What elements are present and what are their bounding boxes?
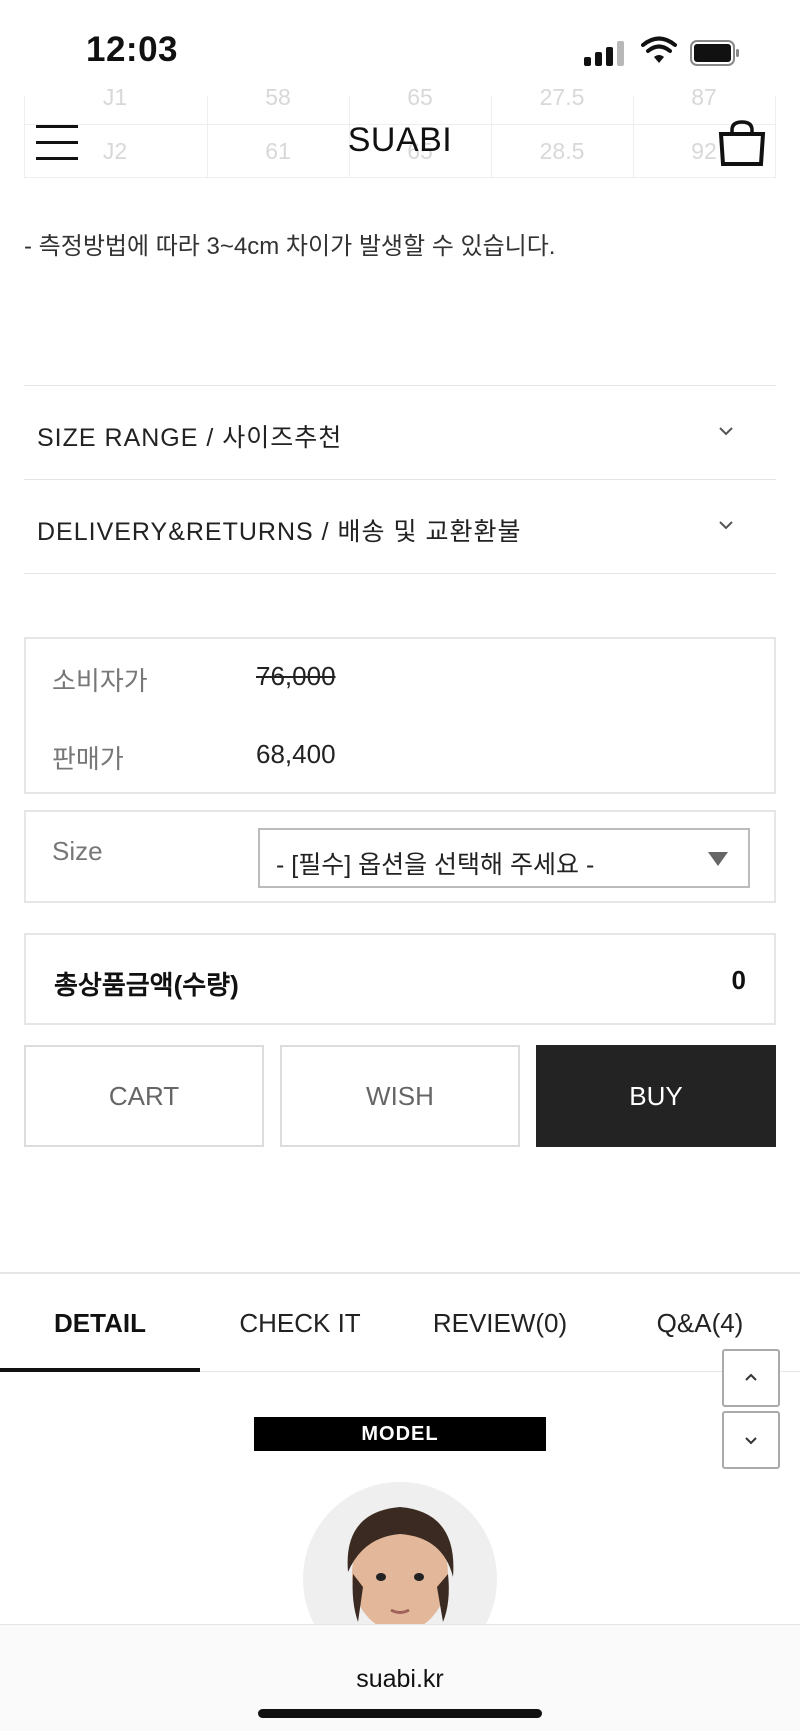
size-cell: 28.5 xyxy=(539,138,585,164)
wish-button[interactable]: WISH xyxy=(280,1045,520,1147)
chevron-down-icon xyxy=(719,521,733,530)
total-label: 총상품금액(수량) xyxy=(54,970,239,1000)
cellular-signal-icon xyxy=(584,40,626,66)
price-box: 소비자가 76,000 판매가 68,400 xyxy=(24,637,776,794)
tab-detail[interactable]: DETAIL xyxy=(0,1308,200,1339)
size-option-label: Size xyxy=(52,836,103,866)
tab-review[interactable]: REVIEW(0) xyxy=(400,1308,600,1339)
battery-icon xyxy=(690,40,739,66)
shopping-bag-icon[interactable] xyxy=(718,120,766,166)
size-select[interactable]: - [필수] 옵션을 선택해 주세요 - xyxy=(258,828,750,888)
size-cell: 27.5 xyxy=(539,84,585,110)
total-value: 0 xyxy=(731,965,746,995)
tab-qna[interactable]: Q&A(4) xyxy=(600,1308,800,1339)
size-cell: 87 xyxy=(691,84,717,110)
divider xyxy=(24,573,776,574)
size-cell: J2 xyxy=(102,138,128,164)
size-cell: 58 xyxy=(265,84,291,110)
scroll-down-button[interactable] xyxy=(722,1411,780,1469)
sale-price-label: 판매가 xyxy=(52,744,124,774)
consumer-price-label: 소비자가 xyxy=(52,666,148,696)
chevron-up-icon xyxy=(745,1373,757,1381)
dropdown-caret-icon xyxy=(708,852,728,866)
cart-button[interactable]: CART xyxy=(24,1045,264,1147)
active-tab-indicator xyxy=(0,1368,200,1372)
model-banner: MODEL xyxy=(254,1417,546,1451)
buy-button[interactable]: BUY xyxy=(536,1045,776,1147)
scroll-up-button[interactable] xyxy=(722,1349,780,1407)
sale-price-value: 68,400 xyxy=(256,739,336,769)
browser-url-bar[interactable]: suabi.kr xyxy=(0,1624,800,1731)
tab-check-it[interactable]: CHECK IT xyxy=(200,1308,400,1339)
accordion-size-range[interactable]: SIZE RANGE / 사이즈추천 xyxy=(24,385,776,480)
accordion-delivery-returns[interactable]: DELIVERY&RETURNS / 배송 및 교환환불 xyxy=(24,479,776,574)
chevron-down-icon xyxy=(745,1437,757,1445)
consumer-price-value: 76,000 xyxy=(256,661,336,691)
url-text: suabi.kr xyxy=(356,1665,444,1693)
wifi-icon xyxy=(641,36,677,63)
size-cell: J1 xyxy=(102,84,128,110)
total-box: 총상품금액(수량) 0 xyxy=(24,933,776,1025)
accordion-label: SIZE RANGE / 사이즈추천 xyxy=(37,424,343,452)
accordion-label: DELIVERY&RETURNS / 배송 및 교환환불 xyxy=(37,518,522,546)
size-cell: 65 xyxy=(407,84,433,110)
home-indicator[interactable] xyxy=(258,1709,542,1718)
chevron-down-icon xyxy=(719,427,733,436)
detail-tabbar: DETAIL CHECK IT REVIEW(0) Q&A(4) xyxy=(0,1272,800,1372)
hamburger-menu-icon[interactable] xyxy=(36,125,78,161)
measurement-note: - 측정방법에 따라 3~4cm 차이가 발생할 수 있습니다. xyxy=(24,233,556,260)
status-time: 12:03 xyxy=(86,30,179,69)
brand-logo[interactable]: SUABI xyxy=(300,121,500,160)
option-box: Size - [필수] 옵션을 선택해 주세요 - xyxy=(24,810,776,903)
size-select-value: - [필수] 옵션을 선택해 주세요 - xyxy=(276,851,595,879)
